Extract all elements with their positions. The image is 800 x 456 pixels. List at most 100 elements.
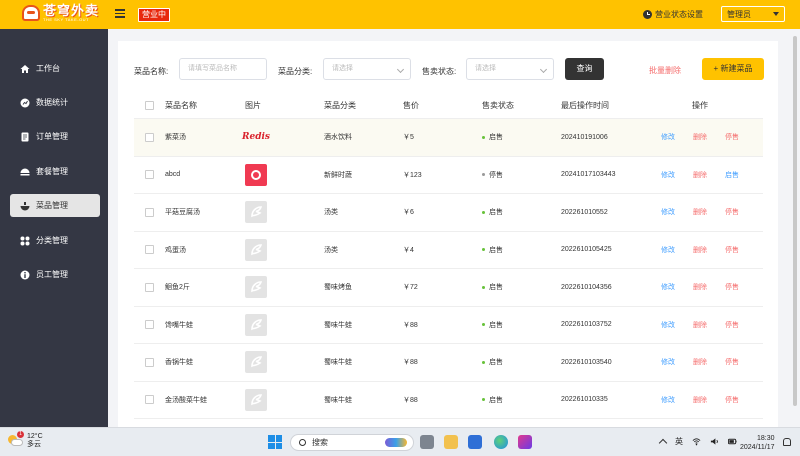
table-row[interactable]: 鸡蛋汤 汤类 ￥4 启售 2022610105425 修改 删除 停售 bbox=[134, 232, 763, 269]
scrollbar-thumb[interactable] bbox=[793, 36, 797, 406]
edit-button[interactable]: 修改 bbox=[661, 395, 693, 405]
query-button[interactable]: 查询 bbox=[565, 58, 604, 80]
table-row[interactable]: 馋嘴牛蛙 蜀味牛蛙 ￥88 启售 2022610103752 修改 删除 停售 bbox=[134, 307, 763, 344]
dish-status: 启售 bbox=[482, 132, 561, 142]
toggle-sale-button[interactable]: 启售 bbox=[725, 170, 757, 180]
table-row[interactable]: 鮰鱼2斤 蜀味烤鱼 ￥72 启售 2022610104356 修改 删除 停售 bbox=[134, 269, 763, 307]
table-row[interactable]: 紫菜汤 Redis 酒水饮料 ￥5 启售 202410191006 修改 删除 … bbox=[134, 119, 763, 157]
delete-button[interactable]: 删除 bbox=[693, 207, 725, 217]
edit-button[interactable]: 修改 bbox=[661, 357, 693, 367]
batch-delete-button[interactable]: 批量删除 bbox=[649, 65, 681, 76]
sidebar-item-label: 订单管理 bbox=[36, 132, 68, 141]
toggle-sale-button[interactable]: 停售 bbox=[725, 207, 757, 217]
dish-status: 启售 bbox=[482, 320, 561, 330]
row-checkbox[interactable] bbox=[145, 132, 154, 142]
dish-image-placeholder-icon bbox=[245, 388, 267, 411]
sidebar-item-combos[interactable]: 套餐管理 bbox=[10, 160, 100, 183]
os-taskbar: 1 12°C 多云 搜索 英 18:30 2024/11/17 bbox=[0, 427, 800, 456]
toggle-sale-button[interactable]: 停售 bbox=[725, 282, 757, 292]
weather-widget[interactable]: 1 12°C 多云 bbox=[8, 431, 43, 450]
delete-button[interactable]: 删除 bbox=[693, 357, 725, 367]
edit-button[interactable]: 修改 bbox=[661, 245, 693, 255]
row-checkbox[interactable] bbox=[145, 282, 154, 292]
sidebar-item-dashboard[interactable]: 工作台 bbox=[10, 57, 100, 80]
ime-indicator[interactable]: 英 bbox=[675, 436, 683, 447]
windows-start-icon[interactable] bbox=[268, 435, 282, 449]
app-logo[interactable]: 苍穹外卖 THE SKY TAKE-OUT bbox=[22, 4, 99, 22]
menu-toggle-icon[interactable] bbox=[115, 9, 125, 18]
ide-app-icon[interactable] bbox=[518, 435, 532, 449]
dish-name-label: 菜品名称: bbox=[134, 67, 169, 76]
edit-button[interactable]: 修改 bbox=[661, 282, 693, 292]
system-tray: 英 bbox=[658, 436, 737, 448]
store-app-icon[interactable] bbox=[468, 435, 482, 449]
speaker-icon[interactable] bbox=[710, 437, 719, 446]
wifi-icon[interactable] bbox=[692, 437, 701, 446]
sidebar-item-label: 套餐管理 bbox=[36, 167, 68, 176]
add-dish-button[interactable]: + 新建菜品 bbox=[702, 58, 764, 80]
status-dot bbox=[482, 248, 485, 252]
sidebar-item-orders[interactable]: 订单管理 bbox=[10, 125, 100, 148]
row-checkbox[interactable] bbox=[145, 170, 154, 180]
row-checkbox[interactable] bbox=[145, 395, 154, 405]
task-view-icon[interactable] bbox=[420, 435, 434, 449]
status-dot bbox=[482, 210, 485, 214]
store-status-settings-link[interactable]: 营业状态设置 bbox=[643, 9, 703, 20]
chart-icon bbox=[20, 98, 30, 108]
dish-updated-time: 202410191006 bbox=[561, 133, 608, 141]
toggle-sale-button[interactable]: 停售 bbox=[725, 245, 757, 255]
dish-price: ￥72 bbox=[403, 284, 418, 292]
sidebar-item-staff[interactable]: 员工管理 bbox=[10, 263, 100, 286]
user-menu-dropdown[interactable]: 管理员 bbox=[721, 6, 785, 22]
file-explorer-icon[interactable] bbox=[444, 435, 458, 449]
row-checkbox[interactable] bbox=[145, 357, 154, 367]
sale-status-select[interactable]: 请选择 bbox=[466, 58, 554, 80]
search-highlight-icon bbox=[385, 438, 407, 447]
delete-button[interactable]: 删除 bbox=[693, 282, 725, 292]
row-checkbox[interactable] bbox=[145, 320, 154, 330]
edit-button[interactable]: 修改 bbox=[661, 170, 693, 180]
delete-button[interactable]: 删除 bbox=[693, 395, 725, 405]
edit-button[interactable]: 修改 bbox=[661, 320, 693, 330]
taskbar-search[interactable]: 搜索 bbox=[290, 434, 414, 451]
page-scrollbar[interactable] bbox=[793, 36, 797, 426]
table-row[interactable]: 香锅牛蛙 蜀味牛蛙 ￥88 启售 2022610103540 修改 删除 停售 bbox=[134, 344, 763, 382]
delete-button[interactable]: 删除 bbox=[693, 132, 725, 142]
select-all-checkbox[interactable] bbox=[145, 101, 154, 110]
toggle-sale-button[interactable]: 停售 bbox=[725, 320, 757, 330]
delete-button[interactable]: 删除 bbox=[693, 170, 725, 180]
notification-bell-icon[interactable] bbox=[783, 438, 791, 446]
taskbar-clock[interactable]: 18:30 2024/11/17 bbox=[740, 434, 775, 452]
dish-category: 新鲜时蔬 bbox=[324, 171, 352, 179]
table-row[interactable]: 平菇豆腐汤 汤类 ￥6 启售 202261010552 修改 删除 停售 bbox=[134, 194, 763, 232]
dish-category-select[interactable]: 请选择 bbox=[323, 58, 411, 80]
dish-name-input[interactable]: 请填写菜品名称 bbox=[179, 58, 267, 80]
edge-browser-icon[interactable] bbox=[494, 435, 508, 449]
dish-image-app-icon bbox=[245, 163, 267, 186]
dish-category: 蜀味牛蛙 bbox=[324, 359, 352, 367]
battery-icon[interactable] bbox=[728, 437, 737, 446]
dish-status: 启售 bbox=[482, 357, 561, 367]
table-row[interactable]: 金汤酸菜牛蛙 蜀味牛蛙 ￥88 启售 202261010335 修改 删除 停售 bbox=[134, 382, 763, 419]
toggle-sale-button[interactable]: 停售 bbox=[725, 132, 757, 142]
sidebar-item-categories[interactable]: 分类管理 bbox=[10, 229, 100, 252]
dish-name: 鸡蛋汤 bbox=[165, 246, 186, 254]
sidebar-item-statistics[interactable]: 数据统计 bbox=[10, 91, 100, 114]
toggle-sale-button[interactable]: 停售 bbox=[725, 357, 757, 367]
dish-name: 香锅牛蛙 bbox=[165, 359, 193, 367]
edit-button[interactable]: 修改 bbox=[661, 132, 693, 142]
table-row[interactable]: abcd 新鲜时蔬 ￥123 停售 20241017103443 修改 删除 启… bbox=[134, 157, 763, 194]
chevron-down-icon bbox=[539, 65, 548, 74]
toggle-sale-button[interactable]: 停售 bbox=[725, 395, 757, 405]
chevron-down-icon bbox=[773, 12, 779, 16]
staff-icon bbox=[20, 270, 30, 280]
sidebar-item-dishes[interactable]: 菜品管理 bbox=[10, 194, 100, 217]
edit-button[interactable]: 修改 bbox=[661, 207, 693, 217]
delete-button[interactable]: 删除 bbox=[693, 245, 725, 255]
row-checkbox[interactable] bbox=[145, 245, 154, 255]
delete-button[interactable]: 删除 bbox=[693, 320, 725, 330]
row-checkbox[interactable] bbox=[145, 207, 154, 217]
dish-status: 启售 bbox=[482, 207, 561, 217]
chevron-up-icon[interactable] bbox=[658, 438, 668, 448]
table-body: 紫菜汤 Redis 酒水饮料 ￥5 启售 202410191006 修改 删除 … bbox=[134, 119, 763, 419]
